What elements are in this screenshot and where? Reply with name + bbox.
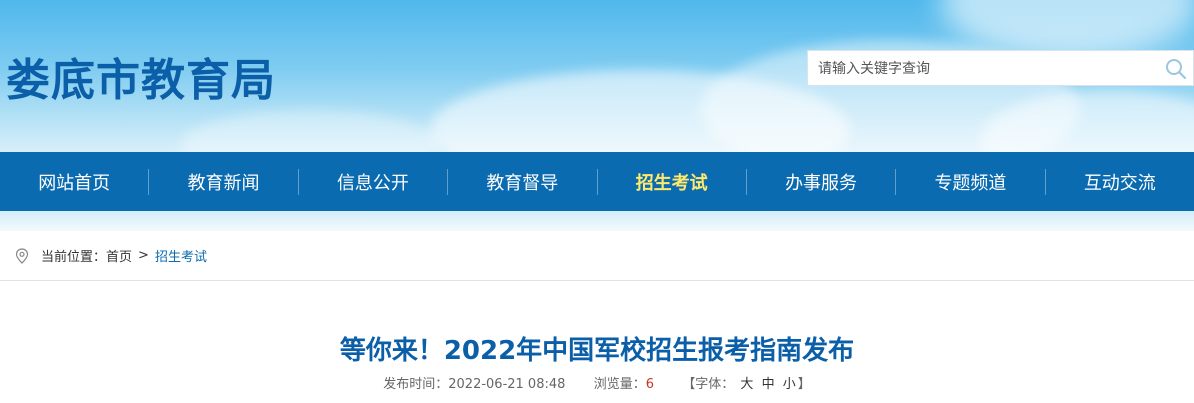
search-box <box>807 50 1194 87</box>
breadcrumb-separator: > <box>138 248 149 263</box>
search-icon[interactable] <box>1164 57 1188 81</box>
breadcrumb-label: 当前位置： <box>41 250 107 265</box>
nav-item-admissions-exams[interactable]: 招生考试 <box>598 152 746 211</box>
font-size-large-button[interactable]: 大 <box>740 377 753 392</box>
publish-time-label: 发布时间： <box>383 377 449 392</box>
nav-item-info-disclosure[interactable]: 信息公开 <box>299 152 447 211</box>
font-size-medium-button[interactable]: 中 <box>762 377 775 392</box>
search-input[interactable] <box>808 51 1160 87</box>
nav-item-interaction[interactable]: 互动交流 <box>1046 152 1194 211</box>
nav-item-special-channels[interactable]: 专题频道 <box>896 152 1044 211</box>
nav-item-home[interactable]: 网站首页 <box>0 152 148 211</box>
nav-item-services[interactable]: 办事服务 <box>747 152 895 211</box>
publish-time-value: 2022-06-21 08:48 <box>448 377 566 392</box>
header-banner: 娄底市教育局 <box>0 0 1194 152</box>
nav-subband <box>0 211 1194 231</box>
main-nav: 网站首页 教育新闻 信息公开 教育督导 招生考试 办事服务 专题频道 互动交流 <box>0 152 1194 211</box>
breadcrumb: 当前位置： 首页 > 招生考试 <box>0 231 1194 281</box>
views-value: 6 <box>645 377 654 392</box>
site-title: 娄底市教育局 <box>6 55 276 106</box>
font-size-close: 】 <box>797 377 811 392</box>
article-title: 等你来！2022年中国军校招生报考指南发布 <box>339 336 855 366</box>
nav-item-education-news[interactable]: 教育新闻 <box>149 152 297 211</box>
font-size-open: 【字体： <box>682 377 735 392</box>
nav-item-education-supervision[interactable]: 教育督导 <box>448 152 596 211</box>
breadcrumb-current-link[interactable]: 招生考试 <box>155 246 207 265</box>
banner-cloud <box>180 110 440 152</box>
location-pin-icon <box>15 247 29 264</box>
article-meta: 发布时间：2022-06-21 08:48 浏览量：6 【字体： 大 中 小】 <box>0 373 1194 392</box>
breadcrumb-home-link[interactable]: 首页 <box>106 246 132 265</box>
font-size-small-button[interactable]: 小 <box>783 377 796 392</box>
views-label: 浏览量： <box>593 377 646 392</box>
